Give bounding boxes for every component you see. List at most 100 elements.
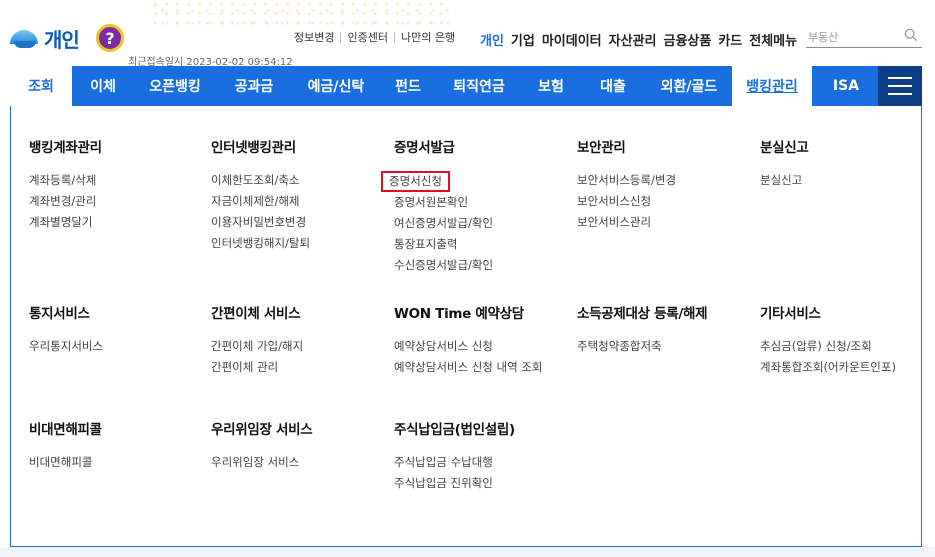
nav-tab-insurance[interactable]: 보험 [522,66,580,106]
section-security-management: 보안관리 보안서비스등록/변경 보안서비스신청 보안서비스관리 [577,136,747,233]
nav-tab-label: 조회 [28,79,54,95]
menu-link[interactable]: 추심금(압류) 신청/조회 [760,336,930,357]
menu-link[interactable]: 분실신고 [760,170,930,191]
section-title: 분실신고 [760,140,809,156]
bank-logo[interactable]: 개인 [10,24,80,53]
top-menu-card[interactable]: 카드 [718,30,742,49]
nav-tab-label: 예금/신탁 [307,79,365,95]
top-menu-asset[interactable]: 자산관리 [609,30,657,49]
top-menu-all[interactable]: 전체메뉴 [749,30,797,49]
top-menu-products[interactable]: 금융상품 [664,30,712,49]
menu-link[interactable]: 계좌등록/삭제 [29,170,199,191]
header: 개인 ? 최근접속일시 2023-02-02 09:54:12 정보변경 인증센… [0,0,935,68]
menu-link[interactable]: 계좌변경/관리 [29,191,199,212]
util-link-my-bank[interactable]: 나만의 은행 [393,32,461,43]
nav-tab-deposit[interactable]: 예금/신탁 [292,66,380,106]
section-title: 간편이체 서비스 [211,306,301,322]
nav-tab-banking-management[interactable]: 뱅킹관리 [732,66,812,106]
menu-link[interactable]: 주식납입금 진위확인 [394,473,564,494]
nav-tab-fund[interactable]: 펀드 [380,66,436,106]
nav-tab-label: ISA [832,78,860,94]
section-other-services: 기타서비스 추심금(압류) 신청/조회 계좌통합조회(어카운트인포) [760,302,930,378]
nav-tab-forex-gold[interactable]: 외환/골드 [646,66,732,106]
nav-tab-label: 이체 [90,79,116,95]
search-input[interactable] [806,27,898,48]
section-title: 소득공제대상 등록/해제 [577,306,708,322]
top-menu-personal[interactable]: 개인 [480,30,504,49]
help-icon[interactable]: ? [96,24,124,52]
section-title: 증명서발급 [394,140,455,156]
user-name-redacted [126,30,282,52]
nav-tab-open-banking[interactable]: 오픈뱅킹 [134,66,216,106]
section-won-time-reservation: WON Time 예약상담 예약상담서비스 신청 예약상담서비스 신청 내역 조… [394,302,564,376]
nav-tab-utilities[interactable]: 공과금 [216,66,292,106]
top-menu: 개인 기업 마이데이터 자산관리 금융상품 카드 전체메뉴 [480,30,804,49]
nav-tab-label: 퇴직연금 [453,79,505,95]
nav-tab-pension[interactable]: 퇴직연금 [436,66,522,106]
certificate-request-link[interactable]: 증명서신청 [381,171,450,192]
section-title: 기타서비스 [760,306,821,322]
nav-tab-label: 외환/골드 [660,79,718,95]
banking-management-dropdown: 뱅킹계좌관리 계좌등록/삭제 계좌변경/관리 계좌별명달기 인터넷뱅킹관리 이체… [10,106,922,547]
menu-link[interactable]: 계좌별명달기 [29,212,199,233]
section-title: 뱅킹계좌관리 [29,140,102,156]
top-menu-mydata[interactable]: 마이데이터 [542,30,602,49]
menu-link[interactable]: 계좌통합조회(어카운트인포) [760,357,930,378]
main-nav: 조회 이체 오픈뱅킹 공과금 예금/신탁 펀드 퇴직연금 보험 대출 외환/골드… [10,66,922,106]
section-account-management: 뱅킹계좌관리 계좌등록/삭제 계좌변경/관리 계좌별명달기 [29,136,199,233]
section-stock-payment: 주식납입금(법인설립) 주식납입금 수납대행 주식납입금 진위확인 [394,418,564,494]
menu-link[interactable]: 우리위임장 서비스 [211,452,381,473]
menu-link[interactable]: 주식납입금 수납대행 [394,452,564,473]
menu-link[interactable]: 우리통지서비스 [29,336,199,357]
menu-link[interactable]: 예약상담서비스 신청 [394,336,564,357]
search-icon[interactable] [904,28,918,42]
search-box [806,26,922,48]
menu-link[interactable]: 보안서비스관리 [577,212,747,233]
util-link-certificate-center[interactable]: 인증센터 [340,32,393,43]
hamburger-menu-icon[interactable] [878,66,922,106]
menu-link[interactable]: 보안서비스등록/변경 [577,170,747,191]
menu-link[interactable]: 이용자비밀번호변경 [211,212,381,233]
menu-link[interactable]: 비대면해피콜 [29,452,199,473]
menu-link[interactable]: 보안서비스신청 [577,191,747,212]
util-link-profile[interactable]: 정보변경 [288,32,340,43]
section-loss-report: 분실신고 분실신고 [760,136,930,191]
section-power-of-attorney: 우리위임장 서비스 우리위임장 서비스 [211,418,381,473]
nav-tab-label: 공과금 [234,79,274,95]
page-background-strip [0,547,935,557]
section-notification-service: 통지서비스 우리통지서비스 [29,302,199,357]
section-certificate-issuance: 증명서발급 증명서신청 증명서원본확인 여신증명서발급/확인 통장표지출력 수신… [381,136,564,276]
nav-tab-label: 보험 [538,79,564,95]
section-title: 인터넷뱅킹관리 [211,140,296,156]
menu-link[interactable]: 자금이체제한/해제 [211,191,381,212]
section-contactless-happy-call: 비대면해피콜 비대면해피콜 [29,418,199,473]
logo-text: 개인 [44,28,80,52]
menu-link[interactable]: 수신증명서발급/확인 [394,255,564,276]
section-title: 주식납입금(법인설립) [394,422,515,438]
menu-link[interactable]: 여신증명서발급/확인 [394,213,564,234]
nav-tab-isa[interactable]: ISA [812,66,880,106]
menu-link[interactable]: 이체한도조회/축소 [211,170,381,191]
menu-link[interactable]: 간편이체 가입/해지 [211,336,381,357]
decorative-background [150,0,450,30]
menu-link[interactable]: 인터넷뱅킹해지/탈퇴 [211,233,381,254]
section-title: 통지서비스 [29,306,90,322]
section-tax-deduction: 소득공제대상 등록/해제 주택청약종합저축 [577,302,747,357]
menu-link[interactable]: 통장표지출력 [394,234,564,255]
menu-link[interactable]: 예약상담서비스 신청 내역 조회 [394,357,544,376]
nav-tab-label: 펀드 [395,79,421,95]
nav-tab-label: 오픈뱅킹 [149,79,201,95]
section-simple-transfer: 간편이체 서비스 간편이체 가입/해지 간편이체 관리 [211,302,381,378]
section-internet-banking-management: 인터넷뱅킹관리 이체한도조회/축소 자금이체제한/해제 이용자비밀번호변경 인터… [211,136,381,254]
nav-tab-inquiry[interactable]: 조회 [10,66,72,106]
top-menu-business[interactable]: 기업 [511,30,535,49]
logo-icon [10,28,38,50]
section-title: 우리위임장 서비스 [211,422,313,438]
nav-tab-loan[interactable]: 대출 [580,66,646,106]
nav-tab-label: 뱅킹관리 [746,79,798,95]
nav-tab-label: 대출 [600,79,626,95]
menu-link[interactable]: 간편이체 관리 [211,357,381,378]
nav-tab-transfer[interactable]: 이체 [72,66,134,106]
menu-link[interactable]: 주택청약종합저축 [577,336,747,357]
menu-link[interactable]: 증명서원본확인 [394,192,564,213]
